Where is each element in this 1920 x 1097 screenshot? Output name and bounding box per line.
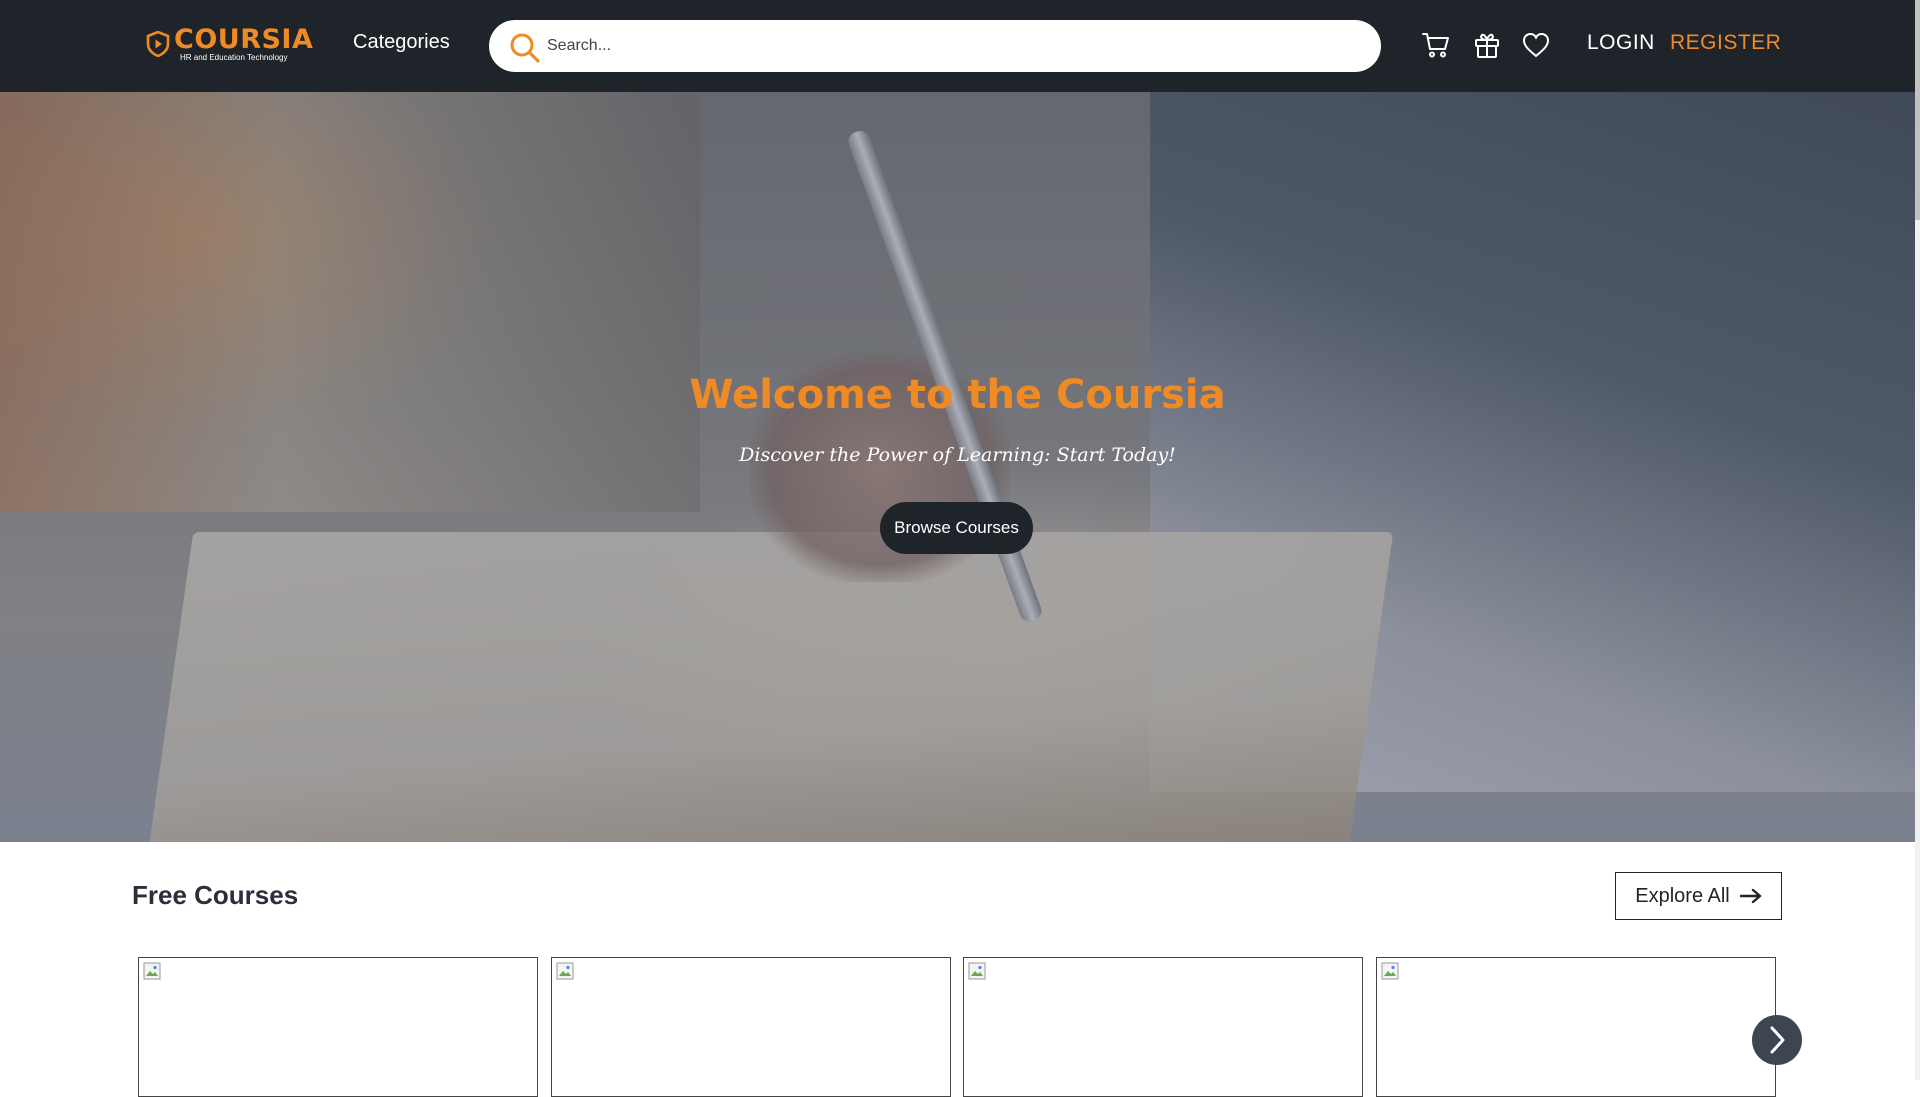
top-navbar: COURSIA HR and Education Technology Cate… [0,0,1915,92]
brand-logo[interactable]: COURSIA HR and Education Technology [146,26,313,62]
broken-image-icon [968,962,986,980]
categories-menu[interactable]: Categories [353,31,450,54]
arrow-right-icon [1739,888,1761,904]
explore-all-label: Explore All [1635,884,1730,907]
broken-image-icon [1381,962,1399,980]
hero-title: Welcome to the Coursia [689,372,1226,418]
login-link[interactable]: LOGIN [1587,31,1655,55]
carousel-next-button[interactable] [1752,1015,1802,1065]
course-card[interactable] [551,957,951,1097]
explore-all-button[interactable]: Explore All [1615,872,1782,920]
brand-tagline: HR and Education Technology [180,53,288,62]
course-card[interactable] [1376,957,1776,1097]
register-link[interactable]: REGISTER [1670,31,1781,55]
hero-overlay [0,92,1915,842]
search-bar [489,20,1381,72]
play-shield-icon [146,31,170,57]
browse-courses-button[interactable]: Browse Courses [880,502,1033,554]
heart-icon[interactable] [1521,30,1551,60]
search-input[interactable] [547,20,1357,72]
course-card[interactable] [963,957,1363,1097]
chevron-right-icon [1770,1026,1785,1054]
page-scrollbar-thumb[interactable] [1915,0,1920,220]
course-card[interactable] [138,957,538,1097]
gift-icon[interactable] [1472,30,1502,60]
hero-banner: Welcome to the Coursia Discover the Powe… [0,92,1915,842]
broken-image-icon [556,962,574,980]
brand-name: COURSIA [174,24,314,55]
free-courses-title: Free Courses [132,880,299,910]
search-icon[interactable] [509,32,541,64]
cart-icon[interactable] [1421,30,1451,60]
broken-image-icon [143,962,161,980]
hero-subtitle: Discover the Power of Learning: Start To… [739,444,1176,466]
